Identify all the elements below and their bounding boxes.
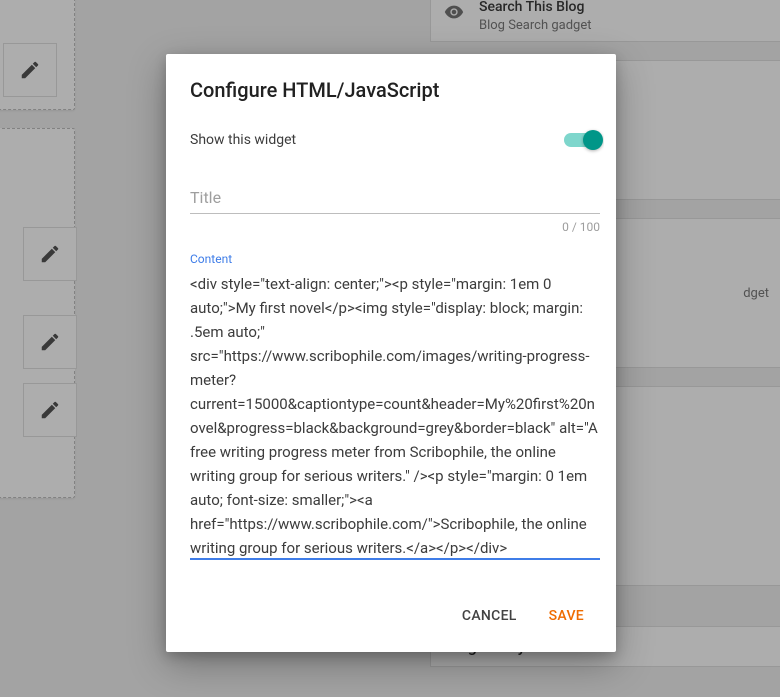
dialog-actions: Cancel Save (166, 580, 616, 652)
content-field-label: Content (190, 252, 600, 266)
save-button[interactable]: Save (537, 600, 596, 632)
title-field: 0 / 100 (190, 182, 600, 234)
cancel-button[interactable]: Cancel (450, 600, 529, 632)
show-widget-row: Show this widget (190, 112, 600, 166)
configure-html-dialog: Configure HTML/JavaScript Show this widg… (166, 54, 616, 652)
title-char-counter: 0 / 100 (190, 220, 600, 234)
dialog-scroll-area[interactable]: Show this widget 0 / 100 Content (190, 112, 604, 580)
toggle-knob (583, 130, 603, 150)
show-widget-toggle[interactable] (564, 133, 600, 147)
content-textarea[interactable] (190, 272, 600, 560)
dialog-body: Show this widget 0 / 100 Content (166, 112, 616, 580)
show-widget-label: Show this widget (190, 132, 296, 148)
title-input[interactable] (190, 182, 600, 214)
dialog-title: Configure HTML/JavaScript (166, 54, 616, 112)
